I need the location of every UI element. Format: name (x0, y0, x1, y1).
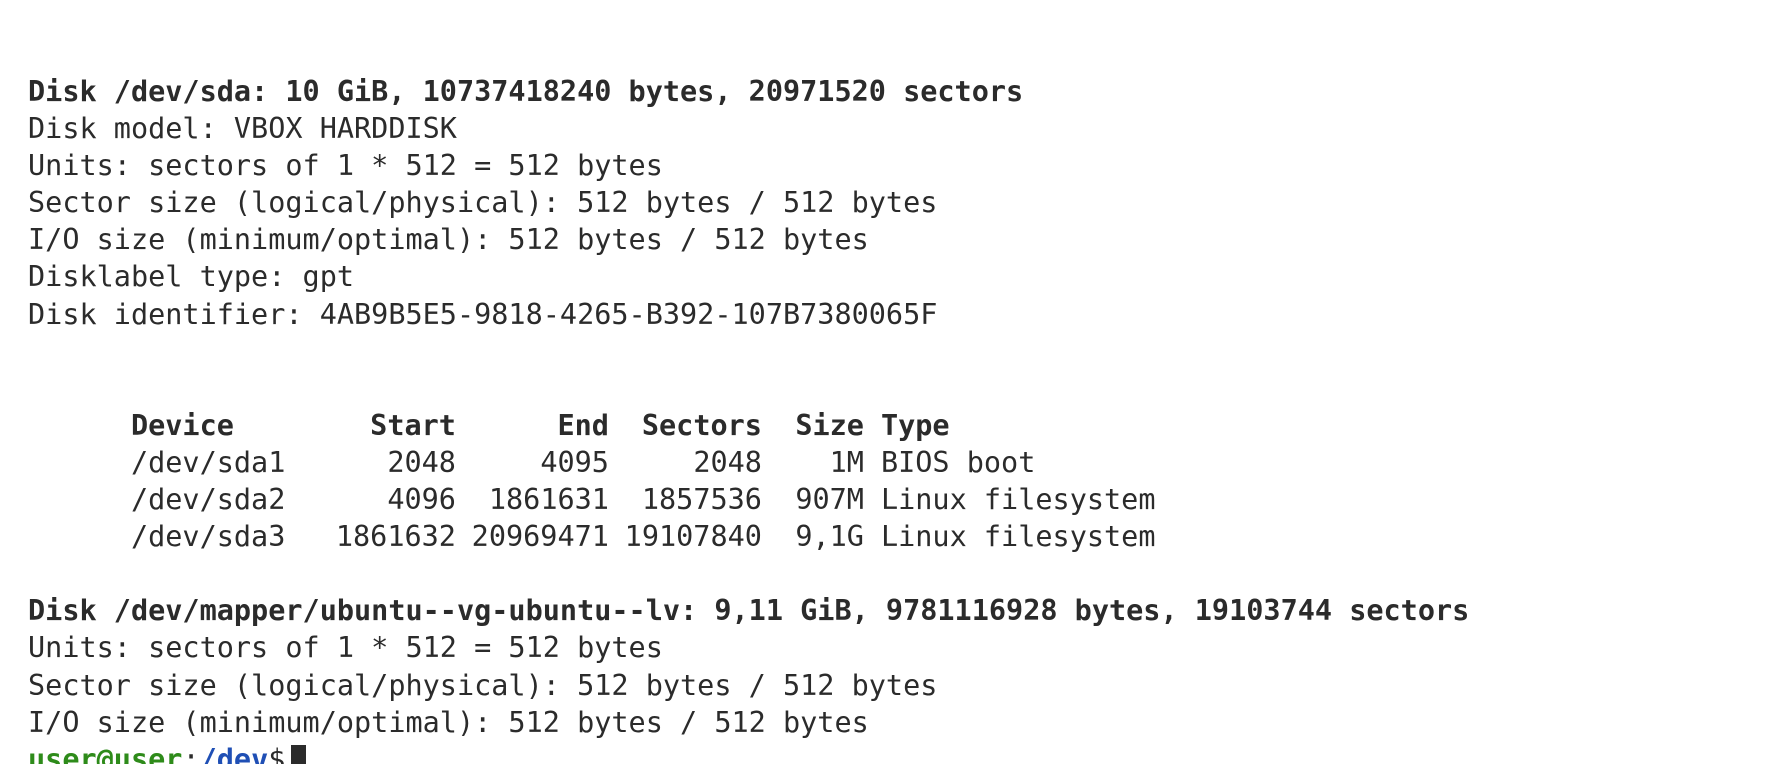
prompt-user-host: user@user (28, 742, 183, 764)
column-header-start: Start (370, 408, 456, 442)
terminal-output: Disk /dev/sda: 10 GiB, 10737418240 bytes… (28, 73, 1768, 764)
disk-io-size: I/O size (minimum/optimal): 512 bytes / … (28, 223, 869, 257)
partition-table-header: Device Start End Sectors Size Type (28, 370, 1768, 442)
column-header-end: End (557, 408, 609, 442)
cell-sectors: 1857536 (641, 483, 762, 517)
cell-start: 4096 (387, 483, 456, 517)
cell-end: 20969471 (471, 520, 609, 554)
disk-identifier: Disk identifier: 4AB9B5E5-9818-4265-B392… (28, 297, 938, 331)
disk-sector-size: Sector size (logical/physical): 512 byte… (28, 186, 938, 220)
disk-units: Units: sectors of 1 * 512 = 512 bytes (28, 149, 663, 183)
terminal-window[interactable]: Disk /dev/sda: 10 GiB, 10737418240 bytes… (0, 0, 1768, 764)
shell-prompt[interactable]: user@user:/dev$ (28, 741, 1768, 764)
mapper-disk-header: Disk /dev/mapper/ubuntu--vg-ubuntu--lv: … (28, 594, 1470, 628)
disk-model: Disk model: VBOX HARDDISK (28, 112, 457, 146)
disk-label-type: Disklabel type: gpt (28, 260, 355, 294)
cell-end: 1861631 (488, 483, 609, 517)
column-header-sectors: Sectors (641, 408, 762, 442)
prompt-separator: : (182, 742, 200, 764)
mapper-disk-units: Units: sectors of 1 * 512 = 512 bytes (28, 631, 663, 665)
cell-device: /dev/sda1 (130, 445, 286, 479)
cell-device: /dev/sda3 (130, 520, 286, 554)
text-cursor (291, 744, 307, 764)
cell-device: /dev/sda2 (130, 483, 286, 517)
cell-start: 2048 (387, 445, 456, 479)
cell-type: BIOS boot (880, 445, 1036, 479)
prompt-sign: $ (268, 742, 286, 764)
cell-type: Linux filesystem (880, 520, 1156, 554)
cell-sectors: 2048 (693, 445, 762, 479)
column-header-type: Type (880, 408, 950, 442)
cell-sectors: 19107840 (624, 520, 762, 554)
column-header-device: Device (130, 408, 234, 442)
cell-size: 1M (829, 445, 864, 479)
column-header-size: Size (795, 408, 864, 442)
disk-header: Disk /dev/sda: 10 GiB, 10737418240 bytes… (28, 75, 1024, 108)
mapper-disk-io-size: I/O size (minimum/optimal): 512 bytes / … (28, 705, 869, 739)
prompt-path: /dev (199, 742, 269, 764)
cell-type: Linux filesystem (880, 483, 1156, 517)
cell-start: 1861632 (335, 520, 456, 554)
cell-size: 9,1G (795, 520, 864, 554)
cell-end: 4095 (540, 445, 609, 479)
cell-size: 907M (795, 483, 864, 517)
mapper-disk-sector-size: Sector size (logical/physical): 512 byte… (28, 668, 938, 702)
